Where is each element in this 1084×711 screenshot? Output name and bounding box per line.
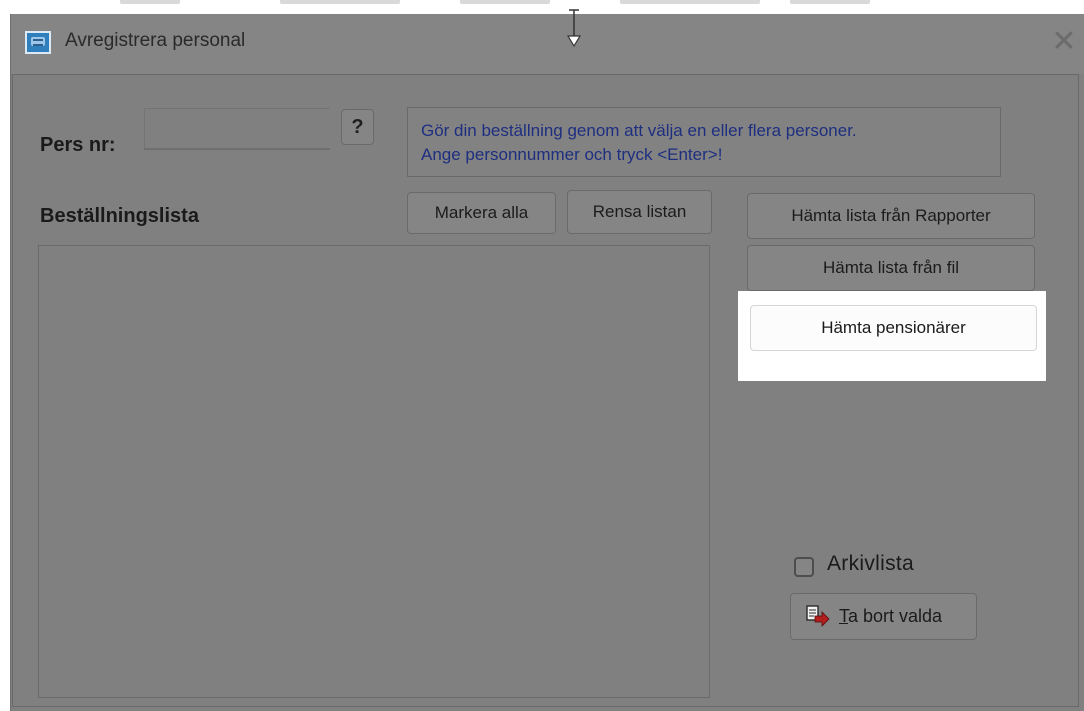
instruction-line-1: Gör din beställning genom att välja en e… xyxy=(421,121,857,140)
pers-nr-input[interactable] xyxy=(144,108,330,150)
archive-list-label: Arkivlista xyxy=(827,552,915,575)
remove-selected-mnemonic: T xyxy=(839,606,848,626)
remove-selected-label: Ta bort valda xyxy=(839,606,942,627)
fetch-from-reports-button[interactable]: Hämta lista från Rapporter xyxy=(747,193,1035,239)
app-window-icon xyxy=(25,31,51,54)
select-all-button[interactable]: Markera alla xyxy=(407,192,556,234)
title-bar: Avregistrera personal ✕ xyxy=(11,14,1084,74)
help-button[interactable]: ? xyxy=(341,109,374,145)
close-button[interactable]: ✕ xyxy=(1049,24,1079,60)
instruction-line-2: Ange personnummer och tryck <Enter>! xyxy=(421,145,723,164)
pers-nr-label: Pers nr: xyxy=(40,134,116,156)
close-icon: ✕ xyxy=(1051,24,1077,59)
remove-selected-button[interactable]: Ta bort valda xyxy=(790,593,977,640)
text-cursor-icon xyxy=(566,9,582,48)
archive-list-checkbox[interactable] xyxy=(794,557,814,577)
remove-selected-icon xyxy=(806,605,830,627)
order-listbox[interactable] xyxy=(38,245,710,698)
instruction-box: Gör din beställning genom att välja en e… xyxy=(407,107,1001,177)
fetch-from-file-button[interactable]: Hämta lista från fil xyxy=(747,245,1035,291)
remove-selected-text: a bort valda xyxy=(848,606,943,626)
background-window-strip xyxy=(0,0,1084,14)
order-list-label: Beställningslista xyxy=(40,205,199,227)
fetch-pensioners-button[interactable]: Hämta pensionärer xyxy=(750,305,1037,351)
window-title: Avregistrera personal xyxy=(65,30,246,51)
clear-list-button[interactable]: Rensa listan xyxy=(567,190,712,234)
